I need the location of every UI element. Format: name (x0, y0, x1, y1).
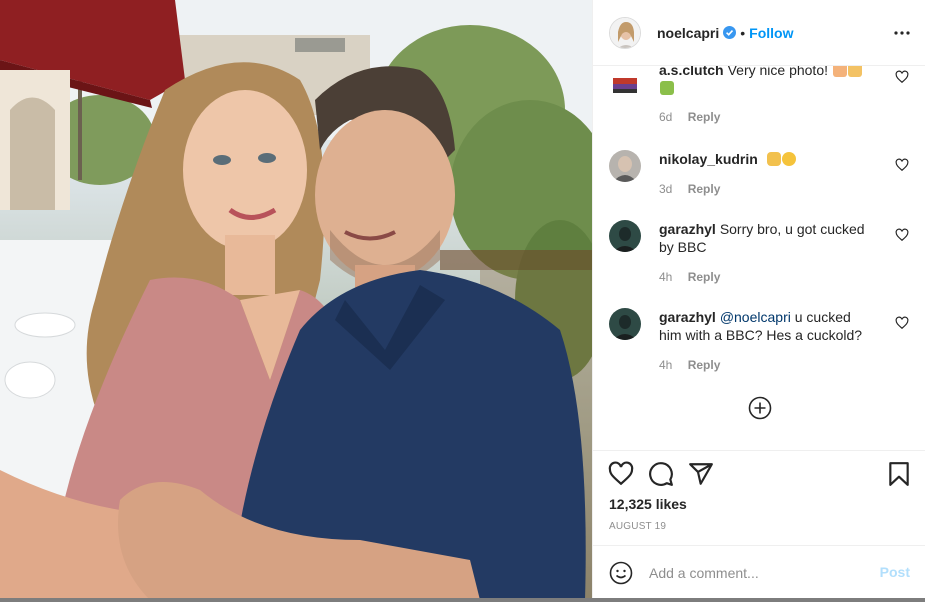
comment-meta: 3d Reply (659, 182, 720, 196)
plus-circle-icon[interactable] (748, 396, 772, 420)
comment-like-heart-icon[interactable] (895, 158, 909, 172)
comments-list[interactable]: a.s.clutch Very nice photo! 6d Reply niko… (593, 66, 925, 450)
reply-button[interactable]: Reply (688, 182, 721, 196)
comment-username[interactable]: garazhyl (659, 309, 716, 325)
add-comment-bar: Post (593, 545, 925, 601)
comment-username[interactable]: nikolay_kudrin (659, 151, 758, 167)
comment-username[interactable]: a.s.clutch (659, 66, 724, 78)
comment-time: 4h (659, 270, 673, 284)
comment-meta: 6d Reply (659, 110, 720, 124)
picture-emoji (832, 66, 847, 77)
comment-time: 6d (659, 110, 673, 124)
post-date: August 19 (609, 521, 667, 532)
likes-count[interactable]: 12,325 likes (609, 496, 687, 512)
comment-like-heart-icon[interactable] (895, 70, 909, 84)
author-username[interactable]: noelcapri (657, 25, 719, 41)
bouquet-emoji (660, 81, 674, 95)
post-photo[interactable] (0, 0, 592, 602)
comment-meta: 4h Reply (659, 358, 720, 372)
couple-photo (0, 0, 592, 600)
commenter-avatar[interactable] (609, 150, 641, 182)
comment-bubble-icon[interactable] (648, 461, 674, 487)
comment-meta: 4h Reply (659, 270, 720, 284)
comment-time: 3d (659, 182, 673, 196)
post-actions: 12,325 likes August 19 Post (593, 450, 925, 600)
paper-plane-icon[interactable] (688, 461, 714, 487)
post-comment-button[interactable]: Post (880, 564, 910, 580)
comment-like-heart-icon[interactable] (895, 228, 909, 242)
commenter-avatar[interactable] (609, 220, 641, 252)
follow-button[interactable]: Follow (749, 25, 793, 41)
author-avatar[interactable] (609, 16, 641, 49)
post-header: noelcapri • Follow (593, 0, 925, 66)
comment-input[interactable] (649, 562, 869, 584)
bottom-scroll-bar (0, 598, 925, 602)
comment-username[interactable]: garazhyl (659, 221, 716, 237)
commenter-avatar[interactable] (609, 68, 641, 100)
heart-icon[interactable] (608, 461, 634, 487)
comment-mention[interactable]: @noelcapri (720, 309, 791, 325)
more-horizontal-icon[interactable] (894, 24, 910, 42)
comment-like-heart-icon[interactable] (895, 316, 909, 330)
bookmark-icon[interactable] (886, 461, 912, 487)
raised-hands-emoji (766, 152, 781, 166)
post-side-panel: noelcapri • Follow a.s.clutch Very nice p… (592, 0, 925, 602)
comment-time: 4h (659, 358, 673, 372)
comment-text: Very nice photo! (727, 66, 828, 78)
reply-button[interactable]: Reply (688, 270, 721, 284)
commenter-avatar[interactable] (609, 308, 641, 340)
reply-button[interactable]: Reply (688, 110, 721, 124)
laughing-emoji (781, 152, 796, 166)
reply-button[interactable]: Reply (688, 358, 721, 372)
header-separator: • (740, 24, 746, 41)
smile-icon[interactable] (609, 561, 633, 585)
verified-badge-icon (723, 26, 737, 39)
instagram-post: noelcapri • Follow a.s.clutch Very nice p… (0, 0, 925, 602)
clapping-emoji (847, 66, 862, 77)
